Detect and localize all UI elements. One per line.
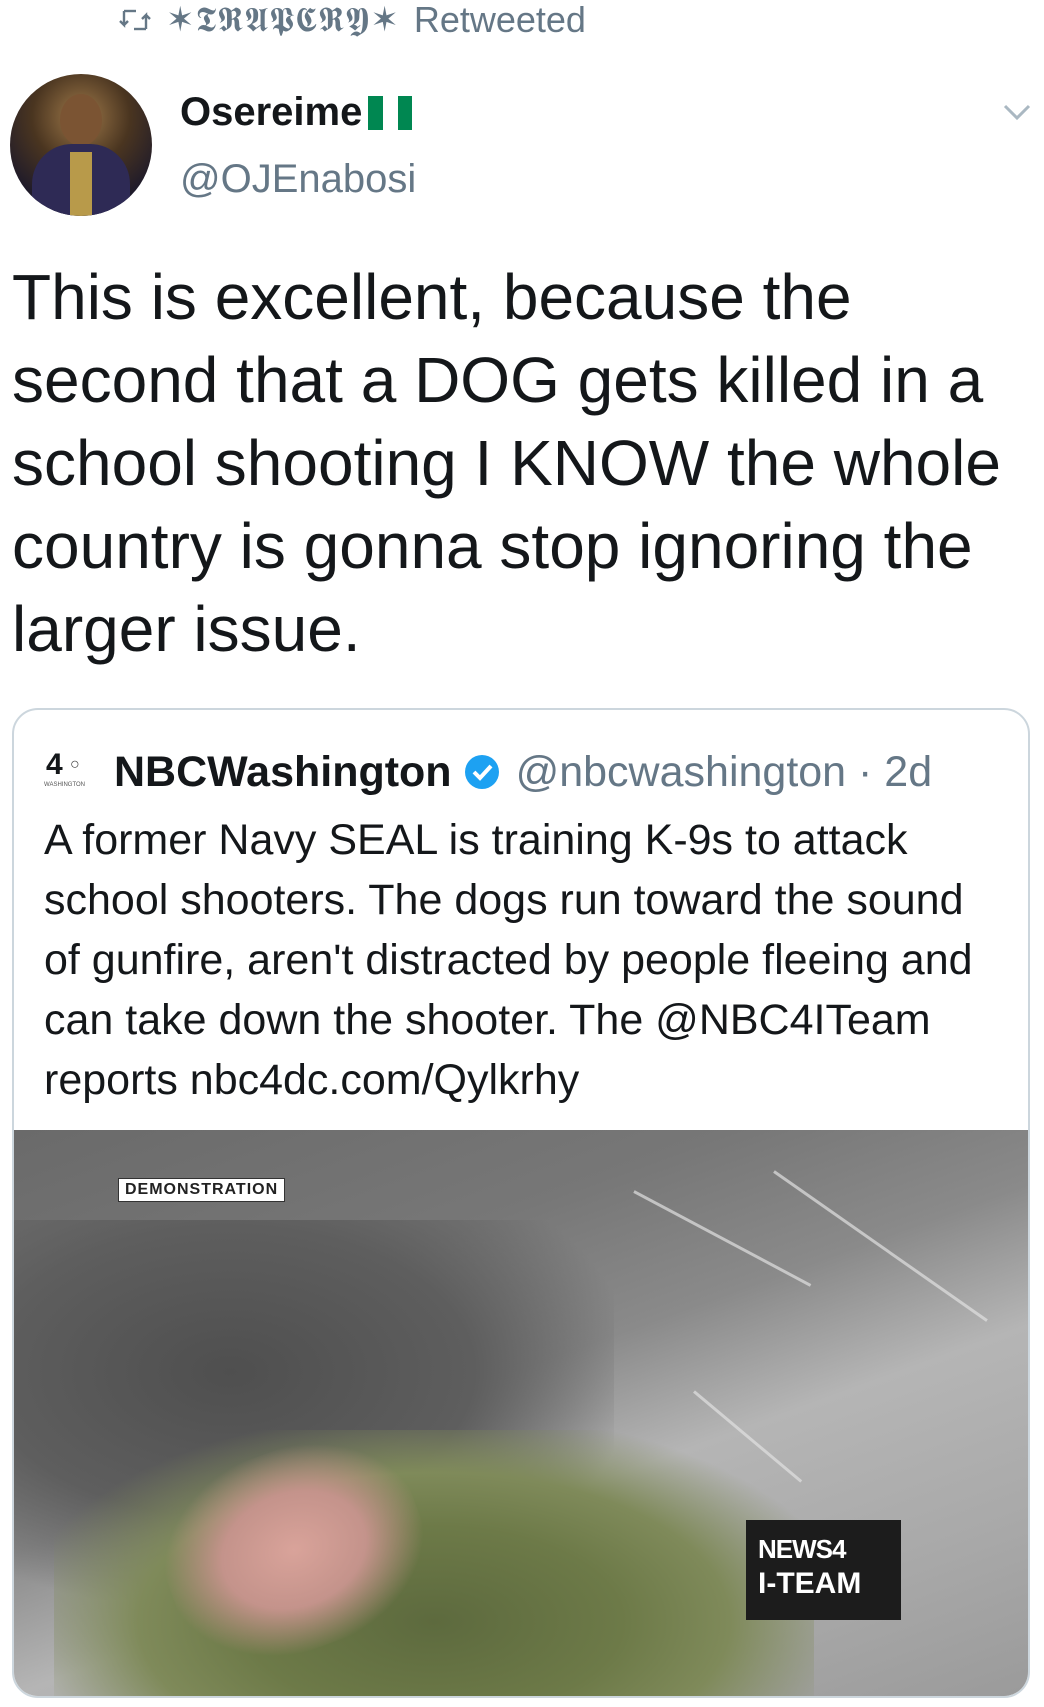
author-display-name[interactable]: Osereime: [180, 90, 416, 135]
tweet-text: This is excellent, because the second th…: [12, 261, 1001, 665]
quoted-tweet[interactable]: 4 ○ WASHINGTON NBCWashington @nbcwashing…: [12, 708, 1030, 1698]
quoted-display-name[interactable]: NBCWashington: [114, 748, 452, 797]
retweet-context: ✶𝕿𝕽𝕬𝕻𝕮𝕽𝖄✶ Retweeted: [118, 0, 586, 40]
quoted-text: A former Navy SEAL is training K-9s to a…: [44, 816, 973, 1104]
avatar[interactable]: [10, 74, 152, 216]
author-handle[interactable]: @OJEnabosi: [180, 157, 416, 202]
retweeted-label: Retweeted: [413, 0, 586, 40]
nigeria-flag-icon: [368, 95, 413, 130]
retweeter-name[interactable]: ✶𝕿𝕽𝕬𝕻𝕮𝕽𝖄✶: [166, 0, 400, 40]
retweet-icon: [119, 9, 151, 31]
quoted-header: 4 ○ WASHINGTON NBCWashington @nbcwashing…: [44, 746, 932, 798]
quoted-handle-time[interactable]: @nbcwashington · 2d: [516, 748, 933, 797]
tweet-author: Osereime @OJEnabosi: [10, 74, 416, 216]
nbc4-logo-icon: 4 ○ WASHINGTON: [44, 748, 86, 788]
news4-iteam-badge: NEWS4 I-TEAM: [746, 1520, 901, 1620]
video-thumbnail[interactable]: DEMONSTRATION NEWS4 I-TEAM: [14, 1130, 1028, 1696]
verified-badge-icon: [464, 755, 499, 789]
demonstration-label: DEMONSTRATION: [118, 1178, 286, 1202]
chevron-down-icon[interactable]: [1002, 100, 1032, 124]
